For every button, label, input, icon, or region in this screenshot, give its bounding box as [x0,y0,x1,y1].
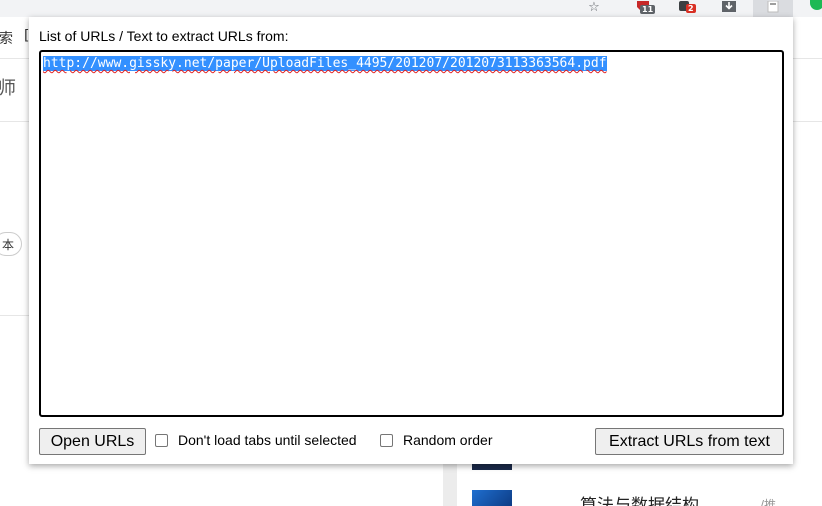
background-page-left: 索 [ 师 本 [0,17,29,506]
background-page-right [793,17,822,506]
lazy-load-label: Don't load tabs until selected [178,432,357,448]
page-text-fragment: 索 [0,31,13,47]
selected-url-text[interactable]: http://www.gissky.net/paper/UploadFiles_… [43,56,607,71]
browser-toolbar: ☆ 11 2 [0,0,822,17]
random-order-label: Random order [403,432,493,448]
divider [793,58,822,59]
extension-adblock-icon[interactable]: 11 [634,0,656,14]
extension-open-multiple-urls-icon[interactable] [764,0,782,14]
extract-urls-button[interactable]: Extract URLs from text [595,428,784,455]
badge-count: 2 [686,4,696,13]
background-gutter [443,464,457,506]
random-order-checkbox[interactable] [380,433,393,447]
random-order-option[interactable]: Random order [380,432,493,448]
divider [0,315,29,316]
page-text-fragment: 师 [0,78,16,99]
popup-actions: Open URLs Don't load tabs until selected… [39,428,784,456]
urls-textarea-label: List of URLs / Text to extract URLs from… [39,28,289,44]
open-multiple-urls-popup: List of URLs / Text to extract URLs from… [29,17,793,464]
open-urls-button[interactable]: Open URLs [39,428,146,455]
article-title[interactable]: 算法与数据结构 [580,496,699,506]
tag-pill[interactable]: 本 [0,232,22,256]
article-tag: /推 [760,498,777,506]
tag-pill-label: 本 [1,237,14,252]
extension-active-slot[interactable] [753,0,793,17]
urls-textarea[interactable]: http://www.gissky.net/paper/UploadFiles_… [39,50,784,417]
download-icon[interactable] [720,0,738,14]
divider [793,121,822,122]
lazy-load-checkbox[interactable] [155,433,168,447]
status-dot-icon [810,0,822,10]
article-thumbnail[interactable] [472,490,512,506]
divider [0,121,29,122]
badge-count: 11 [640,5,656,14]
article-thumbnail[interactable] [472,464,512,470]
extension-counter-icon[interactable]: 2 [676,0,696,14]
bookmark-star-icon[interactable]: ☆ [585,0,603,15]
divider [0,58,29,59]
lazy-load-option[interactable]: Don't load tabs until selected [155,432,357,448]
